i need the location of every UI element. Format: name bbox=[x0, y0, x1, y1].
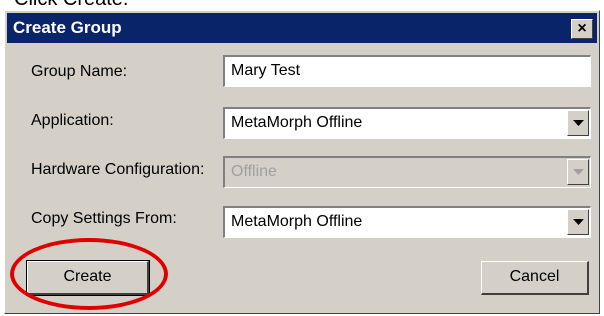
dialog-title: Create Group bbox=[13, 18, 122, 37]
application-select[interactable]: MetaMorph Offline bbox=[223, 107, 591, 139]
close-button[interactable]: × bbox=[571, 19, 593, 39]
hardware-configuration-label: Hardware Configuration: bbox=[31, 161, 205, 178]
chevron-down-icon bbox=[573, 219, 584, 225]
hardware-dropdown-button bbox=[567, 159, 589, 185]
group-name-label: Group Name: bbox=[31, 63, 128, 80]
highlight-ring bbox=[10, 238, 168, 310]
group-name-input[interactable]: Mary Test bbox=[223, 55, 591, 87]
copy-settings-dropdown-button[interactable] bbox=[567, 209, 589, 235]
copy-settings-value: MetaMorph Offline bbox=[231, 213, 363, 230]
application-label: Application: bbox=[31, 112, 114, 129]
cancel-button[interactable]: Cancel bbox=[481, 261, 589, 295]
close-icon: × bbox=[577, 20, 587, 37]
hardware-configuration-select: Offline bbox=[223, 156, 591, 188]
copy-settings-select[interactable]: MetaMorph Offline bbox=[223, 206, 591, 238]
group-name-value: Mary Test bbox=[231, 62, 301, 79]
application-dropdown-button[interactable] bbox=[567, 110, 589, 136]
application-value: MetaMorph Offline bbox=[231, 114, 363, 131]
chevron-down-icon bbox=[573, 169, 584, 175]
chevron-down-icon bbox=[573, 120, 584, 126]
hardware-configuration-value: Offline bbox=[231, 163, 277, 180]
copy-settings-label: Copy Settings From: bbox=[31, 210, 177, 227]
title-bar: Create Group × bbox=[7, 13, 597, 43]
